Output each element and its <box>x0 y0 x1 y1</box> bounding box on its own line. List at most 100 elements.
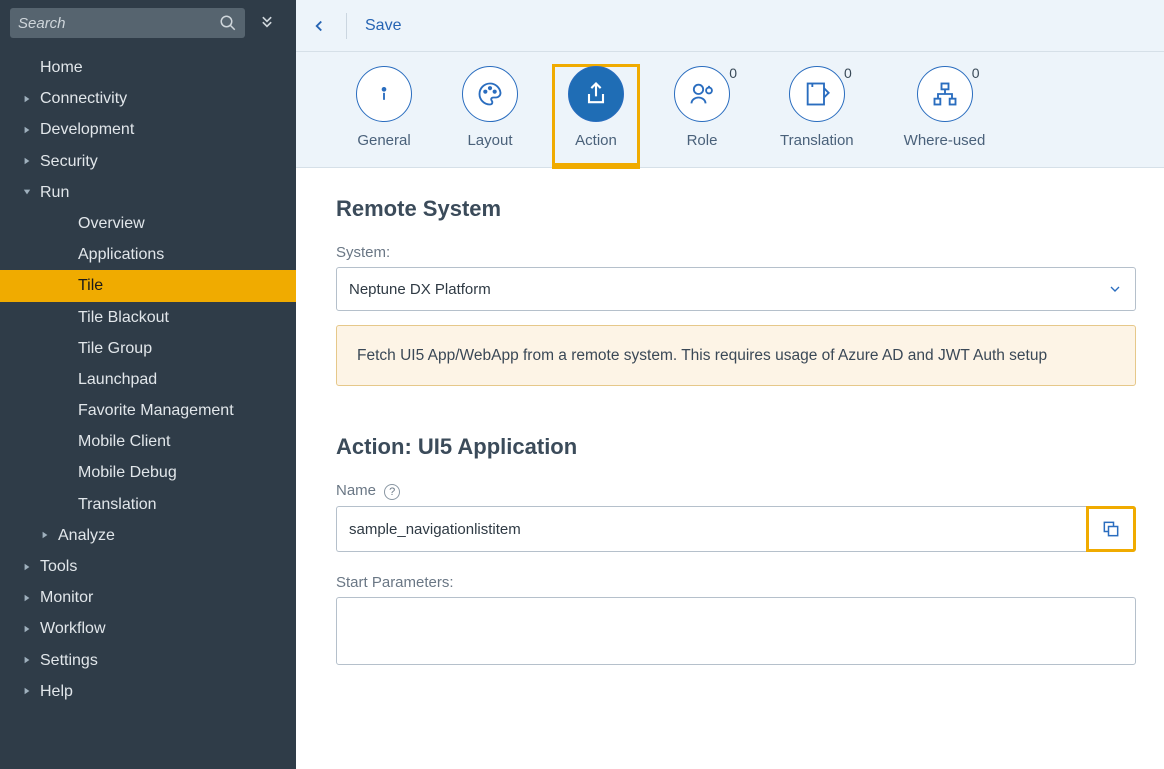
tab-general[interactable]: General <box>356 66 412 167</box>
caret-down-icon <box>22 187 32 197</box>
nav-item-label: Run <box>40 183 69 202</box>
value-help-icon <box>1101 519 1121 539</box>
nav-item-analyze[interactable]: Analyze <box>0 520 296 551</box>
tab-badge: 0 <box>844 65 852 81</box>
nav-item-label: Tile <box>78 276 103 295</box>
nav-item-monitor[interactable]: Monitor <box>0 582 296 613</box>
caret-right-icon <box>40 530 50 540</box>
system-label: System: <box>336 244 1136 261</box>
sidebar-top <box>0 0 296 46</box>
sidebar: Home Connectivity Development Security Run Ov… <box>0 0 296 769</box>
nav-item-tile-group[interactable]: Tile Group <box>0 333 296 364</box>
system-select[interactable]: Neptune DX Platform <box>336 267 1136 311</box>
translate-icon: 0 <box>789 66 845 122</box>
tab-label: General <box>357 132 410 149</box>
nav-item-label: Monitor <box>40 588 93 607</box>
nav-item-label: Mobile Client <box>78 432 170 451</box>
nav-item-label: Tile Blackout <box>78 308 169 327</box>
nav-tree: Home Connectivity Development Security Run Ov… <box>0 46 296 713</box>
save-button[interactable]: Save <box>365 17 401 35</box>
back-button[interactable] <box>310 17 328 35</box>
nav-item-label: Launchpad <box>78 370 157 389</box>
nav-item-label: Help <box>40 682 73 701</box>
nav-item-tools[interactable]: Tools <box>0 551 296 582</box>
system-value: Neptune DX Platform <box>349 281 491 298</box>
tab-where-used[interactable]: 0 Where-used <box>904 66 986 167</box>
nav-item-label: Analyze <box>58 526 115 545</box>
name-label: Name ? <box>336 482 1136 500</box>
start-params-label: Start Parameters: <box>336 574 1136 591</box>
nav-item-label: Workflow <box>40 619 106 638</box>
nav-item-connectivity[interactable]: Connectivity <box>0 83 296 114</box>
name-row <box>336 506 1136 552</box>
nav-item-label: Settings <box>40 651 98 670</box>
nav-item-label: Applications <box>78 245 164 264</box>
nav-item-development[interactable]: Development <box>0 114 296 145</box>
topbar: Save <box>296 0 1164 52</box>
nav-item-settings[interactable]: Settings <box>0 645 296 676</box>
tab-badge: 0 <box>972 65 980 81</box>
palette-icon <box>462 66 518 122</box>
tab-translation[interactable]: 0 Translation <box>780 66 854 167</box>
nav-item-label: Development <box>40 120 134 139</box>
caret-right-icon <box>22 624 32 634</box>
tabs: General Layout Action 0 Role 0 Translation 0 Whe… <box>296 52 1164 168</box>
remote-system-heading: Remote System <box>336 196 1136 222</box>
value-help-button[interactable] <box>1086 506 1136 552</box>
search-box[interactable] <box>10 8 245 38</box>
caret-right-icon <box>22 655 32 665</box>
role-icon: 0 <box>674 66 730 122</box>
search-input[interactable] <box>18 15 219 32</box>
nav-item-tile-blackout[interactable]: Tile Blackout <box>0 302 296 333</box>
tab-badge: 0 <box>729 65 737 81</box>
nav-item-security[interactable]: Security <box>0 146 296 177</box>
nav-item-label: Home <box>40 58 83 77</box>
expand-all-icon[interactable] <box>253 9 281 37</box>
nav-item-label: Security <box>40 152 98 171</box>
nav-item-label: Tile Group <box>78 339 152 358</box>
tab-label: Layout <box>467 132 512 149</box>
nav-item-launchpad[interactable]: Launchpad <box>0 364 296 395</box>
nav-item-run[interactable]: Run <box>0 177 296 208</box>
help-icon[interactable]: ? <box>384 484 400 500</box>
nav-item-mobile-client[interactable]: Mobile Client <box>0 426 296 457</box>
nav-item-translation[interactable]: Translation <box>0 489 296 520</box>
name-input[interactable] <box>336 506 1086 552</box>
nav-item-label: Tools <box>40 557 77 576</box>
nav-item-label: Overview <box>78 214 145 233</box>
nav-item-help[interactable]: Help <box>0 676 296 707</box>
tab-label: Where-used <box>904 132 986 149</box>
caret-right-icon <box>22 156 32 166</box>
tab-action[interactable]: Action <box>554 66 638 167</box>
main: Save General Layout Action 0 Role 0 Translatio… <box>296 0 1164 769</box>
action-heading: Action: UI5 Application <box>336 434 1136 460</box>
nav-item-applications[interactable]: Applications <box>0 239 296 270</box>
caret-right-icon <box>22 686 32 696</box>
nav-item-label: Connectivity <box>40 89 127 108</box>
tab-label: Role <box>687 132 718 149</box>
nav-item-label: Favorite Management <box>78 401 234 420</box>
nav-item-overview[interactable]: Overview <box>0 208 296 239</box>
nav-item-favorite-management[interactable]: Favorite Management <box>0 395 296 426</box>
info-message: Fetch UI5 App/WebApp from a remote syste… <box>336 325 1136 386</box>
caret-right-icon <box>22 94 32 104</box>
nav-item-home[interactable]: Home <box>0 52 296 83</box>
caret-right-icon <box>22 125 32 135</box>
tab-label: Translation <box>780 132 854 149</box>
caret-right-icon <box>22 562 32 572</box>
tab-role[interactable]: 0 Role <box>674 66 730 167</box>
nav-item-label: Translation <box>78 495 157 514</box>
content: Remote System System: Neptune DX Platfor… <box>296 168 1164 698</box>
tab-layout[interactable]: Layout <box>462 66 518 167</box>
nav-item-label: Mobile Debug <box>78 463 177 482</box>
chevron-down-icon <box>1107 281 1123 297</box>
nav-item-tile[interactable]: Tile <box>0 270 296 301</box>
nav-item-workflow[interactable]: Workflow <box>0 613 296 644</box>
hierarchy-icon: 0 <box>917 66 973 122</box>
nav-item-mobile-debug[interactable]: Mobile Debug <box>0 457 296 488</box>
info-icon <box>356 66 412 122</box>
caret-right-icon <box>22 593 32 603</box>
divider <box>346 13 347 39</box>
start-params-input[interactable] <box>336 597 1136 665</box>
search-icon <box>219 14 237 32</box>
